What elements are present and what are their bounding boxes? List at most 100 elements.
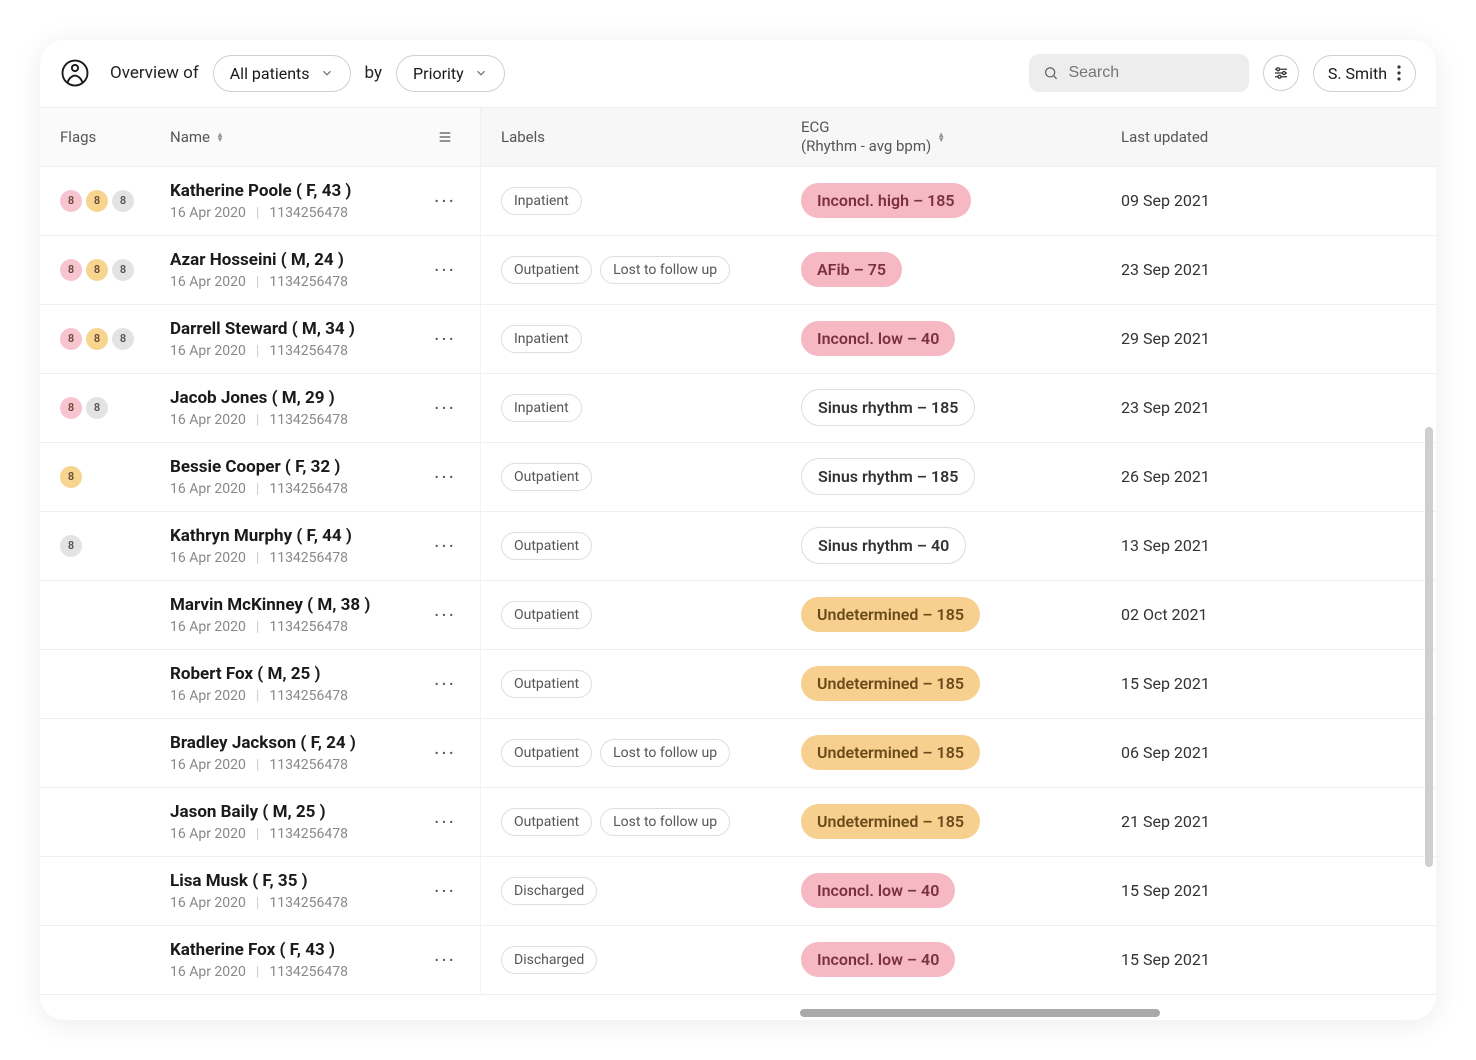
- patient-subline: 16 Apr 2020|1134256478: [170, 343, 430, 359]
- patient-mrn: 1134256478: [269, 895, 348, 911]
- label-chip[interactable]: Discharged: [501, 877, 597, 905]
- patient-name[interactable]: Robert Fox ( M, 25 ): [170, 664, 430, 684]
- table-row[interactable]: Marvin McKinney ( M, 38 )16 Apr 2020|113…: [40, 581, 1436, 650]
- patient-name[interactable]: Azar Hosseini ( M, 24 ): [170, 250, 430, 270]
- patients-table-body[interactable]: 888Katherine Poole ( F, 43 )16 Apr 2020|…: [40, 167, 1436, 1021]
- scrollbar-vertical[interactable]: [1425, 427, 1433, 867]
- patient-subline: 16 Apr 2020|1134256478: [170, 550, 430, 566]
- ecg-cell: Undetermined – 185: [801, 804, 1121, 839]
- flags-cell: 88: [60, 397, 170, 419]
- patient-date: 16 Apr 2020: [170, 826, 246, 842]
- ecg-chip[interactable]: Undetermined – 185: [801, 735, 980, 770]
- label-chip[interactable]: Outpatient: [501, 463, 592, 491]
- label-chip[interactable]: Inpatient: [501, 325, 582, 353]
- patient-name[interactable]: Darrell Steward ( M, 34 ): [170, 319, 430, 339]
- ecg-chip[interactable]: Undetermined – 185: [801, 666, 980, 701]
- table-row[interactable]: 888Darrell Steward ( M, 34 )16 Apr 2020|…: [40, 305, 1436, 374]
- table-row[interactable]: 8Bessie Cooper ( F, 32 )16 Apr 2020|1134…: [40, 443, 1436, 512]
- patients-filter-select[interactable]: All patients: [213, 55, 351, 92]
- row-menu-button[interactable]: ···: [430, 465, 460, 489]
- ecg-chip[interactable]: Inconcl. low – 40: [801, 942, 955, 977]
- settings-button[interactable]: [1263, 55, 1299, 91]
- label-chip[interactable]: Lost to follow up: [600, 808, 730, 836]
- scrollbar-horizontal[interactable]: [800, 1009, 1160, 1017]
- patient-subline: 16 Apr 2020|1134256478: [170, 757, 430, 773]
- label-chip[interactable]: Lost to follow up: [600, 739, 730, 767]
- row-menu-button[interactable]: ···: [430, 396, 460, 420]
- patient-subline: 16 Apr 2020|1134256478: [170, 895, 430, 911]
- patient-name[interactable]: Jason Baily ( M, 25 ): [170, 802, 430, 822]
- row-menu-button[interactable]: ···: [430, 258, 460, 282]
- row-menu-button[interactable]: ···: [430, 534, 460, 558]
- patient-name[interactable]: Jacob Jones ( M, 29 ): [170, 388, 430, 408]
- col-updated[interactable]: Last updated: [1121, 128, 1416, 146]
- ecg-chip[interactable]: Undetermined – 185: [801, 804, 980, 839]
- patient-name[interactable]: Bradley Jackson ( F, 24 ): [170, 733, 430, 753]
- table-row[interactable]: 8Kathryn Murphy ( F, 44 )16 Apr 2020|113…: [40, 512, 1436, 581]
- topbar: Overview of All patients by Priority S. …: [40, 40, 1436, 107]
- search-icon: [1043, 64, 1059, 82]
- by-label: by: [365, 63, 383, 83]
- row-menu-button[interactable]: ···: [430, 327, 460, 351]
- patient-name[interactable]: Lisa Musk ( F, 35 ): [170, 871, 430, 891]
- row-menu-button[interactable]: ···: [430, 810, 460, 834]
- table-row[interactable]: 888Katherine Poole ( F, 43 )16 Apr 2020|…: [40, 167, 1436, 236]
- row-menu-button[interactable]: ···: [430, 879, 460, 903]
- label-chip[interactable]: Discharged: [501, 946, 597, 974]
- col-ecg[interactable]: ECG (Rhythm - avg bpm) ▲▼: [801, 118, 1121, 156]
- patient-name[interactable]: Katherine Fox ( F, 43 ): [170, 940, 430, 960]
- sort-by-select[interactable]: Priority: [396, 55, 505, 92]
- col-labels[interactable]: Labels: [501, 128, 801, 146]
- last-updated: 15 Sep 2021: [1121, 674, 1416, 693]
- table-row[interactable]: Bradley Jackson ( F, 24 ) 16 Apr 2020|113…: [40, 719, 1436, 788]
- label-chip[interactable]: Inpatient: [501, 187, 582, 215]
- ecg-chip[interactable]: Undetermined – 185: [801, 597, 980, 632]
- last-updated: 23 Sep 2021: [1121, 260, 1416, 279]
- patient-name[interactable]: Marvin McKinney ( M, 38 ): [170, 595, 430, 615]
- ecg-chip[interactable]: Inconcl. low – 40: [801, 321, 955, 356]
- columns-menu-button[interactable]: [430, 129, 460, 145]
- row-menu-button[interactable]: ···: [430, 672, 460, 696]
- row-menu-button[interactable]: ···: [430, 189, 460, 213]
- label-chip[interactable]: Outpatient: [501, 601, 592, 629]
- search-input[interactable]: [1068, 64, 1234, 82]
- col-flags[interactable]: Flags: [60, 128, 170, 146]
- table-row[interactable]: Katherine Fox ( F, 43 )16 Apr 2020|11342…: [40, 926, 1436, 995]
- ecg-chip[interactable]: Sinus rhythm – 185: [801, 458, 975, 495]
- label-chip[interactable]: Outpatient: [501, 670, 592, 698]
- col-name[interactable]: Name ▲▼: [170, 128, 430, 146]
- table-row[interactable]: Lisa Musk ( F, 35 ) 16 Apr 2020|113425647…: [40, 857, 1436, 926]
- label-chip[interactable]: Lost to follow up: [600, 256, 730, 284]
- row-menu-button[interactable]: ···: [430, 948, 460, 972]
- row-menu-button[interactable]: ···: [430, 741, 460, 765]
- label-chip[interactable]: Outpatient: [501, 532, 592, 560]
- patient-name[interactable]: Kathryn Murphy ( F, 44 ): [170, 526, 430, 546]
- ecg-chip[interactable]: Sinus rhythm – 185: [801, 389, 975, 426]
- chevron-down-icon: [474, 66, 488, 80]
- table-row[interactable]: 888Azar Hosseini ( M, 24 )16 Apr 2020|11…: [40, 236, 1436, 305]
- last-updated: 23 Sep 2021: [1121, 398, 1416, 417]
- table-row[interactable]: Robert Fox ( M, 25 )16 Apr 2020|11342564…: [40, 650, 1436, 719]
- labels-cell: Outpatient: [501, 532, 801, 560]
- label-chip[interactable]: Outpatient: [501, 256, 592, 284]
- search-box[interactable]: [1029, 54, 1249, 92]
- patient-name[interactable]: Bessie Cooper ( F, 32 ): [170, 457, 430, 477]
- last-updated: 26 Sep 2021: [1121, 467, 1416, 486]
- ecg-chip[interactable]: AFib – 75: [801, 252, 902, 287]
- ecg-cell: AFib – 75: [801, 252, 1121, 287]
- ecg-chip[interactable]: Inconcl. low – 40: [801, 873, 955, 908]
- labels-cell: Inpatient: [501, 325, 801, 353]
- label-chip[interactable]: Inpatient: [501, 394, 582, 422]
- table-row[interactable]: Jason Baily ( M, 25 )16 Apr 2020|1134256…: [40, 788, 1436, 857]
- last-updated: 13 Sep 2021: [1121, 536, 1416, 555]
- label-chip[interactable]: Outpatient: [501, 808, 592, 836]
- ecg-chip[interactable]: Inconcl. high – 185: [801, 183, 971, 218]
- user-menu[interactable]: S. Smith: [1313, 55, 1416, 92]
- label-chip[interactable]: Outpatient: [501, 739, 592, 767]
- ecg-chip[interactable]: Sinus rhythm – 40: [801, 527, 966, 564]
- patient-name[interactable]: Katherine Poole ( F, 43 ): [170, 181, 430, 201]
- table-row[interactable]: 88Jacob Jones ( M, 29 )16 Apr 2020|11342…: [40, 374, 1436, 443]
- row-menu-button[interactable]: ···: [430, 603, 460, 627]
- ecg-cell: Inconcl. low – 40: [801, 321, 1121, 356]
- patient-subline: 16 Apr 2020|1134256478: [170, 205, 430, 221]
